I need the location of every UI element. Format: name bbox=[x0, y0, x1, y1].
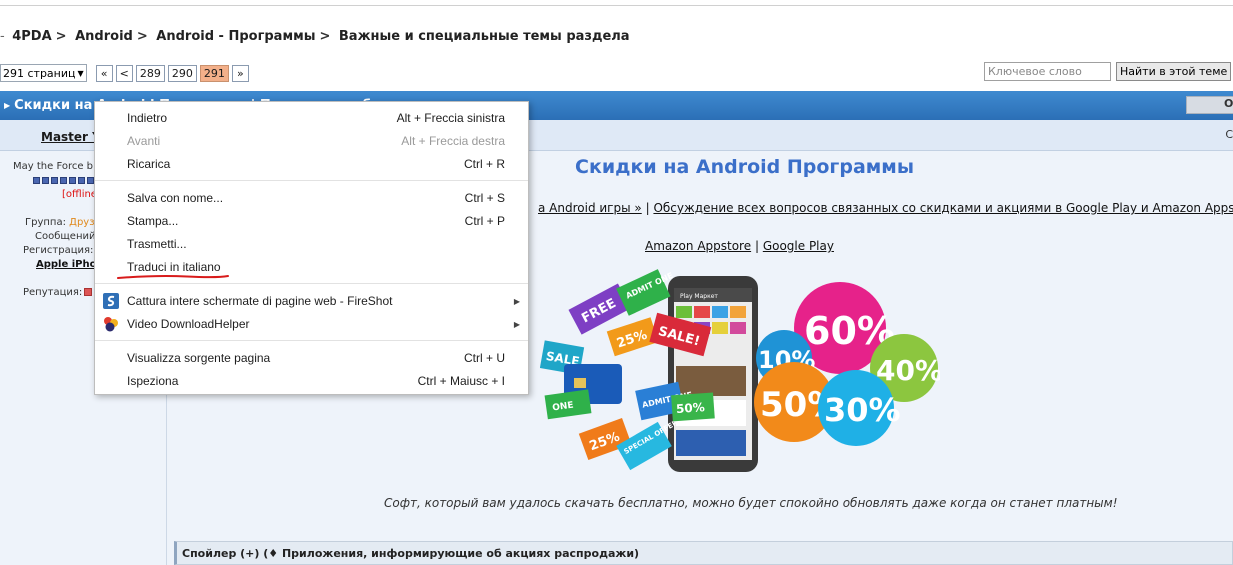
bubble-40: 40% bbox=[876, 354, 940, 387]
reputation-minus-icon[interactable] bbox=[84, 288, 93, 296]
current-page: 291 bbox=[199, 64, 229, 82]
menu-item-back[interactable]: Indietro Alt + Freccia sinistra bbox=[95, 107, 528, 129]
menu-item-downloadhelper[interactable]: Video DownloadHelper ▶ bbox=[95, 313, 528, 335]
menu-item-fireshot[interactable]: Cattura intere schermate di pagine web -… bbox=[95, 290, 528, 312]
menu-item-label: Ispeziona bbox=[127, 374, 179, 388]
post-author[interactable]: Master Y bbox=[41, 130, 101, 144]
menu-separator bbox=[95, 180, 528, 181]
menu-item-shortcut: Alt + Freccia destra bbox=[401, 134, 505, 148]
menu-item-view-source[interactable]: Visualizza sorgente pagina Ctrl + U bbox=[95, 347, 528, 369]
user-posts-label: Сообщений bbox=[35, 231, 96, 242]
user-group: Группа: Друз bbox=[25, 217, 95, 228]
promo-banner-image: Play Маркет FREE ADMIT ONE 25% SALE! SAL… bbox=[540, 269, 940, 472]
rank-pip bbox=[60, 177, 67, 184]
bubble-30: 30% bbox=[824, 391, 901, 429]
phone-header-label: Play Маркет bbox=[680, 293, 718, 300]
breadcrumb-android-programs[interactable]: Android - Программы bbox=[156, 29, 315, 44]
page-link-290[interactable]: 290 bbox=[167, 64, 197, 82]
red-annotation-underline bbox=[117, 275, 229, 279]
search-input[interactable] bbox=[984, 62, 1111, 81]
prev-page-button[interactable]: < bbox=[115, 64, 133, 82]
menu-item-shortcut: Alt + Freccia sinistra bbox=[396, 111, 505, 125]
spoiler-toggle[interactable]: Спойлер (+) (♦ Приложения, информирующие… bbox=[174, 541, 1233, 565]
menu-item-label: Trasmetti... bbox=[127, 237, 187, 251]
post-title: Скидки на Android Программы bbox=[575, 156, 915, 178]
menu-item-shortcut: Ctrl + S bbox=[464, 191, 505, 205]
menu-item-shortcut: Ctrl + P bbox=[464, 214, 505, 228]
search-topic-button[interactable]: Найти в этой теме bbox=[1116, 62, 1232, 81]
menu-item-label: Avanti bbox=[127, 134, 161, 148]
breadcrumb-important-topics[interactable]: Важные и специальные темы раздела bbox=[339, 29, 630, 44]
user-device-link[interactable]: Apple iPho bbox=[36, 259, 97, 270]
menu-item-label: Salva con nome... bbox=[127, 191, 224, 205]
menu-item-shortcut: Ctrl + U bbox=[463, 351, 505, 365]
menu-item-label: Indietro bbox=[127, 111, 168, 125]
link-amazon-appstore[interactable]: Amazon Appstore bbox=[645, 239, 751, 253]
menu-separator bbox=[95, 340, 528, 341]
top-border bbox=[0, 0, 1233, 6]
reputation-label: Репутация: bbox=[23, 287, 83, 298]
percent-bubbles: 60% 40% 10% 50% 30% bbox=[754, 282, 940, 446]
post-caption: Софт, который вам удалось скачать беспла… bbox=[384, 496, 1118, 510]
menu-item-cast[interactable]: Trasmetti... bbox=[95, 233, 528, 255]
first-page-button[interactable]: « bbox=[95, 64, 113, 82]
breadcrumb-android[interactable]: Android bbox=[75, 29, 133, 44]
submenu-arrow-icon: ▶ bbox=[513, 319, 520, 329]
breadcrumb: - 4PDA > Android > Android - Программы > Ва… bbox=[0, 29, 630, 44]
links-separator: | bbox=[754, 239, 759, 253]
rank-pip bbox=[78, 177, 85, 184]
downloadhelper-icon bbox=[104, 317, 118, 332]
topic-search: Найти в этой теме bbox=[984, 62, 1232, 81]
context-menu: Indietro Alt + Freccia sinistra Avanti A… bbox=[94, 101, 529, 395]
menu-item-label: Visualizza sorgente pagina bbox=[127, 351, 271, 365]
menu-item-label: Cattura intere schermate di pagine web -… bbox=[127, 294, 393, 308]
menu-separator bbox=[95, 283, 528, 284]
online-status: [offline bbox=[62, 189, 97, 200]
user-reputation: Репутация: bbox=[23, 287, 93, 298]
breadcrumb-arrow: - bbox=[0, 29, 5, 44]
phone-graphic: Play Маркет bbox=[668, 276, 758, 472]
pages-dropdown[interactable]: 291 страниц ▼ bbox=[0, 64, 87, 82]
breadcrumb-4pda[interactable]: 4PDA bbox=[12, 29, 51, 44]
link-android-games[interactable]: a Android игры » bbox=[538, 201, 642, 215]
post-links-line2: Amazon Appstore | Google Play bbox=[645, 239, 834, 253]
tag-50-green: 50% bbox=[676, 400, 706, 416]
next-page-button[interactable]: » bbox=[231, 64, 249, 82]
links-separator: | bbox=[645, 201, 650, 215]
post-links-line1: a Android игры » | Обсуждение всех вопро… bbox=[538, 201, 1233, 215]
chevron-down-icon: ▼ bbox=[77, 68, 84, 78]
pagination: 291 страниц ▼ « < 289 290 291 » bbox=[0, 64, 249, 82]
rank-pip bbox=[87, 177, 94, 184]
menu-item-save-as[interactable]: Salva con nome... Ctrl + S bbox=[95, 187, 528, 209]
menu-item-label: Stampa... bbox=[127, 214, 179, 228]
menu-item-label: Video DownloadHelper bbox=[127, 317, 250, 331]
menu-item-forward: Avanti Alt + Freccia destra bbox=[95, 130, 528, 152]
pages-dropdown-label: 291 страниц bbox=[3, 66, 76, 80]
menu-item-inspect[interactable]: Ispeziona Ctrl + Maiusc + I bbox=[95, 370, 528, 392]
rank-pip bbox=[42, 177, 49, 184]
menu-item-shortcut: Ctrl + R bbox=[463, 157, 505, 171]
menu-item-label: Ricarica bbox=[127, 157, 171, 171]
link-discussion[interactable]: Обсуждение всех вопросов связанных со ск… bbox=[653, 201, 1233, 215]
group-value: Друз bbox=[69, 217, 95, 228]
group-label: Группа: bbox=[25, 217, 66, 228]
menu-item-shortcut: Ctrl + Maiusc + I bbox=[417, 374, 505, 388]
rank-pip bbox=[69, 177, 76, 184]
post-date: С bbox=[1225, 128, 1233, 141]
menu-item-reload[interactable]: Ricarica Ctrl + R bbox=[95, 153, 528, 175]
user-registration-label: Регистрация: bbox=[23, 245, 94, 256]
rank-pip bbox=[51, 177, 58, 184]
fireshot-icon bbox=[103, 293, 119, 309]
triangle-right-icon: ▶ bbox=[4, 101, 11, 110]
page-link-289[interactable]: 289 bbox=[135, 64, 165, 82]
menu-item-label: Traduci in italiano bbox=[127, 260, 221, 274]
rank-pip bbox=[33, 177, 40, 184]
menu-item-print[interactable]: Stampa... Ctrl + P bbox=[95, 210, 528, 232]
topic-options-button[interactable]: О bbox=[1186, 96, 1233, 114]
submenu-arrow-icon: ▶ bbox=[513, 296, 520, 306]
link-google-play[interactable]: Google Play bbox=[763, 239, 834, 253]
user-rank bbox=[33, 177, 103, 184]
user-status: May the Force b bbox=[13, 161, 94, 172]
